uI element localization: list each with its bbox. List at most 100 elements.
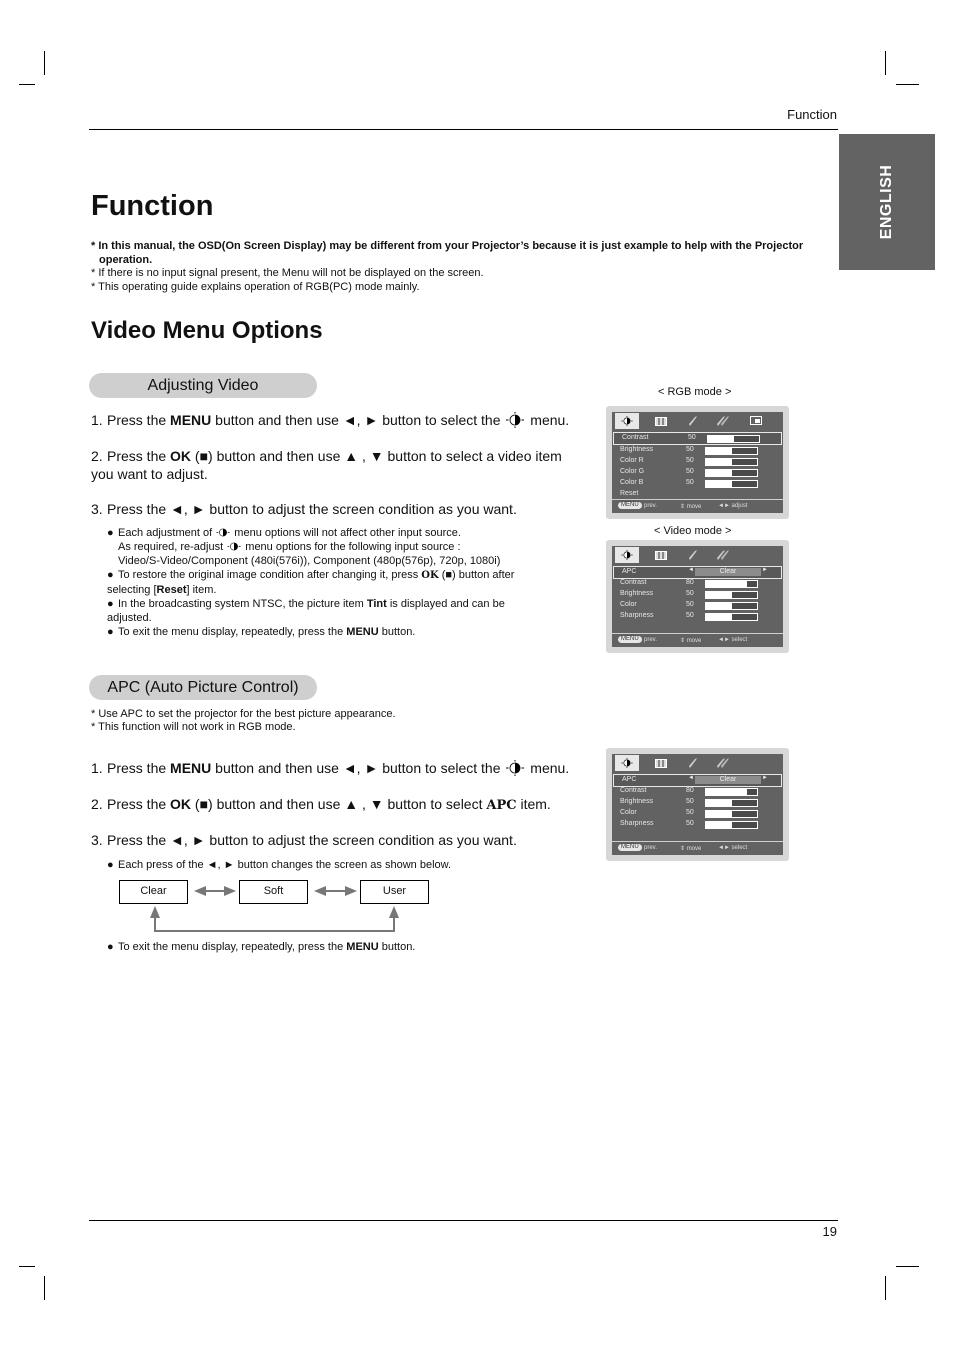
osd-row[interactable]: Color 50 xyxy=(612,600,783,611)
osd-row[interactable]: Color 50 xyxy=(612,808,783,819)
screen-tab-icon[interactable] xyxy=(649,547,673,563)
menu-key-label: MENU xyxy=(170,760,212,776)
osd-row[interactable]: Contrast 80 xyxy=(612,578,783,589)
osd-row[interactable]: Brightness 50 xyxy=(612,445,783,456)
osd-slider[interactable] xyxy=(705,788,758,796)
osd-row[interactable]: Color B 50 xyxy=(612,478,783,489)
apc-label: APC xyxy=(486,798,517,813)
osd-slider[interactable] xyxy=(705,810,758,818)
bullet-text: ] item. xyxy=(186,584,217,596)
osd-row[interactable]: Brightness 50 xyxy=(612,797,783,808)
bullet-text: menu options will not affect other input… xyxy=(231,527,461,539)
crop-mark xyxy=(19,84,35,85)
osd-slider[interactable] xyxy=(705,469,758,477)
step-text: Press the xyxy=(107,448,171,464)
osd-footer: MENU prev. ⇕ move ◄► adjust xyxy=(612,499,783,513)
menu-key-label: MENU xyxy=(346,626,379,638)
osd-row-value: 50 xyxy=(686,468,694,475)
bullet-text: To exit the menu display, repeatedly, pr… xyxy=(118,941,347,953)
footer-prev: prev. xyxy=(644,503,657,509)
osd-slider[interactable] xyxy=(705,821,758,829)
menu-key-icon: MENU xyxy=(618,844,642,851)
bullet-text: To exit the menu display, repeatedly, pr… xyxy=(118,626,347,638)
osd-panel: APC ◄ Clear ► Contrast 80 Brightness 50 Color 50 S… xyxy=(612,546,783,647)
flow-arrows xyxy=(150,886,399,932)
osd-row[interactable]: Contrast 50 xyxy=(613,432,782,445)
osd-slider[interactable] xyxy=(705,799,758,807)
osd-row[interactable]: Sharpness 50 xyxy=(612,819,783,830)
osd-slider[interactable] xyxy=(705,613,758,621)
input-tab-icon[interactable] xyxy=(744,413,768,429)
osd-row-label: APC xyxy=(622,568,637,575)
option-tab-icon[interactable] xyxy=(711,755,735,771)
osd-slider[interactable] xyxy=(705,591,758,599)
footer-move: ⇕ move xyxy=(680,504,702,510)
manual-notes: * In this manual, the OSD(On Screen Disp… xyxy=(91,240,836,294)
ok-key-label: OK xyxy=(170,448,192,464)
step-text: button and then use ◄, ► button to selec… xyxy=(211,412,505,428)
section-title: Video Menu Options xyxy=(91,317,323,344)
osd-slider[interactable] xyxy=(705,602,758,610)
osd-row[interactable]: Brightness 50 xyxy=(612,589,783,600)
picture-tab-icon[interactable] xyxy=(615,413,639,429)
osd-slider[interactable] xyxy=(705,480,758,488)
osd-row-label: Color xyxy=(620,601,637,608)
bullet-text: menu options for the following input sou… xyxy=(242,541,461,553)
step-number: 1. xyxy=(91,760,103,776)
right-arrow-icon: ► xyxy=(762,567,768,573)
osd-row-value: 50 xyxy=(686,590,694,597)
osd-panel: Contrast 50 Brightness 50 Color R 50 Color G 50… xyxy=(612,412,783,513)
option-tab-icon[interactable] xyxy=(711,547,735,563)
step-text: Press the xyxy=(107,412,171,428)
step-number: 2. xyxy=(91,796,103,812)
setup-tab-icon[interactable] xyxy=(681,547,705,563)
apc-note: * Use APC to set the projector for the b… xyxy=(91,708,396,720)
page-number: 19 xyxy=(822,1224,837,1239)
footer-action: ◄► select xyxy=(718,637,748,643)
osd-row[interactable]: Contrast 80 xyxy=(612,786,783,797)
screen-tab-icon[interactable] xyxy=(649,413,673,429)
reset-label: Reset xyxy=(156,584,187,596)
osd-row-value: 50 xyxy=(686,601,694,608)
osd-row[interactable]: Color G 50 xyxy=(612,467,783,478)
osd-row[interactable]: Color R 50 xyxy=(612,456,783,467)
apc-step-3: 3. Press the ◄, ► button to adjust the sc… xyxy=(91,831,581,849)
option-tab-icon[interactable] xyxy=(711,413,735,429)
step-3: 3. Press the ◄, ► button to adjust the sc… xyxy=(91,500,581,518)
osd-apc: APC ◄ Clear ► Contrast 80 Brightness 50 Color 50 S… xyxy=(606,748,789,861)
apc-note: * This function will not work in RGB mod… xyxy=(91,721,296,733)
step-1: 1. Press the MENU button and then use ◄, … xyxy=(91,411,581,429)
adjusting-video-heading: Adjusting Video xyxy=(89,373,317,398)
osd-row-value: 50 xyxy=(686,612,694,619)
osd-tab-bar xyxy=(612,754,783,771)
bullet-text: button. xyxy=(378,626,416,638)
setup-tab-icon[interactable] xyxy=(681,755,705,771)
screen-tab-icon[interactable] xyxy=(649,755,673,771)
osd-slider[interactable] xyxy=(705,458,758,466)
language-tab: ENGLISH xyxy=(839,134,935,270)
ok-key-label: OK xyxy=(421,570,439,581)
osd-slider[interactable] xyxy=(705,580,758,588)
crop-mark xyxy=(896,1266,919,1267)
menu-key-icon: MENU xyxy=(618,502,642,509)
osd-row-value: 80 xyxy=(686,579,694,586)
apc-value: Clear xyxy=(695,568,761,576)
picture-tab-icon[interactable] xyxy=(615,755,639,771)
osd-row-label: Reset xyxy=(620,490,639,497)
osd-video-mode: APC ◄ Clear ► Contrast 80 Brightness 50 Color 50 S… xyxy=(606,540,789,653)
footer-prev: prev. xyxy=(644,845,657,851)
picture-menu-icon xyxy=(506,760,525,776)
double-arrow-icon xyxy=(314,886,357,896)
osd-row[interactable]: Sharpness 50 xyxy=(612,611,783,622)
setup-tab-icon[interactable] xyxy=(681,413,705,429)
picture-menu-icon xyxy=(227,542,241,551)
step-number: 2. xyxy=(91,448,103,464)
apc-step-2: 2. Press the OK (■) button and then use ▲… xyxy=(91,795,581,815)
osd-slider[interactable] xyxy=(705,447,758,455)
picture-tab-icon[interactable] xyxy=(615,547,639,563)
osd-panel: APC ◄ Clear ► Contrast 80 Brightness 50 Color 50 S… xyxy=(612,754,783,855)
osd-slider[interactable] xyxy=(707,435,760,443)
apc-step-1: 1. Press the MENU button and then use ◄, … xyxy=(91,759,581,777)
bullet-item: ● Each adjustment of menu options will no… xyxy=(107,526,527,568)
osd-row-label: Brightness xyxy=(620,798,654,805)
